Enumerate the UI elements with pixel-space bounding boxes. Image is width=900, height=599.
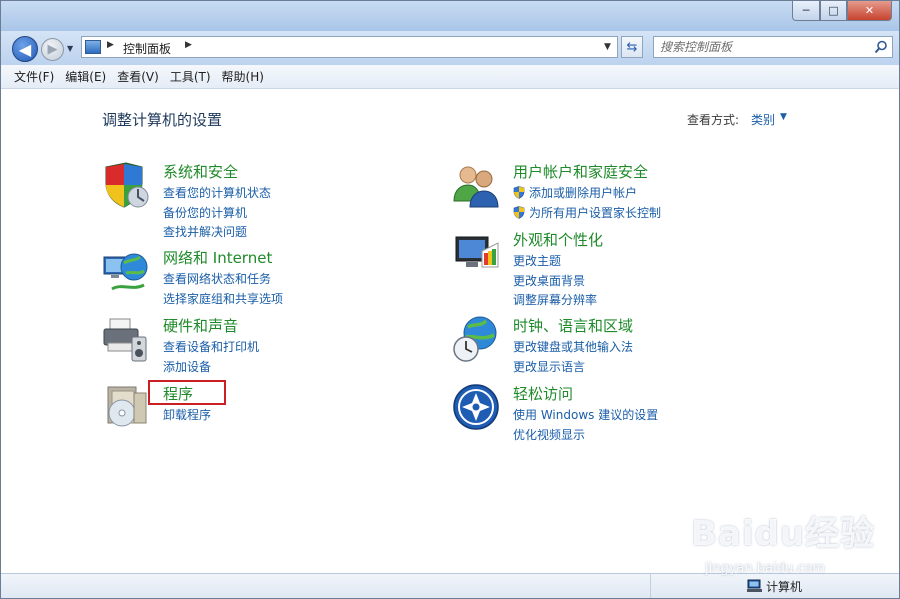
users-icon[interactable] [452, 161, 500, 209]
link-recommended-settings[interactable]: 使用 Windows 建议的设置 [513, 406, 658, 426]
programs-disc-icon[interactable] [102, 383, 150, 431]
menu-help[interactable]: 帮助(H) [222, 68, 264, 85]
breadcrumb-arrow-icon[interactable]: ▶ [185, 40, 192, 50]
link-add-device[interactable]: 添加设备 [163, 358, 259, 378]
category-title[interactable]: 时钟、语言和区域 [513, 315, 633, 336]
printer-speaker-icon[interactable] [102, 315, 150, 363]
category-title[interactable]: 硬件和声音 [163, 315, 238, 336]
link-display-language[interactable]: 更改显示语言 [513, 358, 633, 378]
uac-shield-icon [513, 186, 525, 199]
link-change-keyboard[interactable]: 更改键盘或其他输入法 [513, 338, 633, 358]
menu-file[interactable]: 文件(F) [14, 68, 54, 85]
title-bar[interactable]: ─ □ ✕ [1, 1, 899, 31]
recent-pages-chevron-icon[interactable]: ▼ [67, 44, 77, 54]
uac-shield-icon [513, 205, 525, 219]
link-homegroup-sharing[interactable]: 选择家庭组和共享选项 [163, 290, 283, 310]
security-shield-icon[interactable] [102, 161, 150, 209]
menu-tools[interactable]: 工具(T) [170, 68, 211, 85]
link-backup-computer[interactable]: 备份您的计算机 [163, 204, 271, 224]
view-by-label: 查看方式: [687, 113, 740, 127]
link-network-status[interactable]: 查看网络状态和任务 [163, 270, 283, 290]
control-panel-window: ─ □ ✕ ◀ ▶ ▼ ▶ 控制面板 ▶ ▼ ⇆ 文件(F) 编辑(E) 查看(… [0, 0, 900, 599]
view-by-dropdown[interactable]: 类别 [751, 111, 775, 128]
category-title[interactable]: 用户帐户和家庭安全 [513, 161, 648, 182]
highlight-box [148, 380, 226, 405]
baidu-watermark-url: jingyan.baidu.com [705, 561, 825, 576]
computer-icon [747, 579, 762, 592]
address-dropdown-icon[interactable]: ▼ [604, 42, 611, 52]
baidu-watermark-logo: Baidu经验 [691, 514, 876, 554]
status-location: 计算机 [766, 580, 803, 594]
monitor-palette-icon[interactable] [452, 229, 500, 277]
link-devices-printers[interactable]: 查看设备和打印机 [163, 338, 259, 358]
menu-view[interactable]: 查看(V) [117, 68, 159, 85]
link-change-theme[interactable]: 更改主题 [513, 252, 597, 272]
chevron-down-icon[interactable]: ▼ [780, 112, 787, 122]
link-troubleshoot[interactable]: 查找并解决问题 [163, 223, 271, 243]
menu-edit[interactable]: 编辑(E) [65, 68, 106, 85]
network-globe-icon[interactable] [102, 247, 150, 295]
link-add-remove-accounts[interactable]: 添加或删除用户帐户 [513, 184, 661, 204]
refresh-icon: ⇆ [626, 39, 638, 55]
minimize-button[interactable]: ─ [792, 1, 820, 21]
link-optimize-display[interactable]: 优化视频显示 [513, 426, 658, 446]
clock-globe-icon[interactable] [452, 315, 500, 363]
maximize-button[interactable]: □ [820, 1, 847, 21]
search-input[interactable] [660, 39, 870, 55]
link-view-computer-status[interactable]: 查看您的计算机状态 [163, 184, 271, 204]
forward-button[interactable]: ▶ [41, 38, 64, 61]
page-title: 调整计算机的设置 [102, 111, 223, 129]
back-button[interactable]: ◀ [12, 36, 38, 62]
link-parental-controls[interactable]: 为所有用户设置家长控制 [513, 204, 661, 224]
link-change-background[interactable]: 更改桌面背景 [513, 272, 597, 292]
link-screen-resolution[interactable]: 调整屏幕分辨率 [513, 291, 597, 311]
status-bar: 计算机 [1, 573, 899, 598]
category-title[interactable]: 系统和安全 [163, 161, 238, 182]
search-icon[interactable] [874, 40, 888, 54]
search-box[interactable] [653, 36, 893, 58]
main-content: 调整计算机的设置 查看方式: 类别 ▼ 系统和安全 查看您的计算机状态 备份您的… [1, 89, 899, 573]
category-title[interactable]: 外观和个性化 [513, 229, 603, 250]
navigation-bar: ◀ ▶ ▼ ▶ 控制面板 ▶ ▼ ⇆ [1, 31, 899, 65]
status-divider [650, 574, 651, 598]
ease-of-access-icon[interactable] [452, 383, 500, 431]
category-title[interactable]: 轻松访问 [513, 383, 573, 404]
breadcrumb-control-panel[interactable]: 控制面板 [123, 40, 171, 57]
breadcrumb-arrow-icon[interactable]: ▶ [107, 40, 114, 50]
menu-bar: 文件(F) 编辑(E) 查看(V) 工具(T) 帮助(H) [1, 65, 899, 89]
close-button[interactable]: ✕ [847, 1, 892, 21]
address-bar[interactable]: ▶ 控制面板 ▶ ▼ [81, 36, 618, 58]
category-title[interactable]: 网络和 Internet [163, 247, 272, 268]
link-uninstall-program[interactable]: 卸载程序 [163, 406, 211, 426]
control-panel-icon [85, 40, 101, 54]
refresh-button[interactable]: ⇆ [621, 36, 643, 58]
